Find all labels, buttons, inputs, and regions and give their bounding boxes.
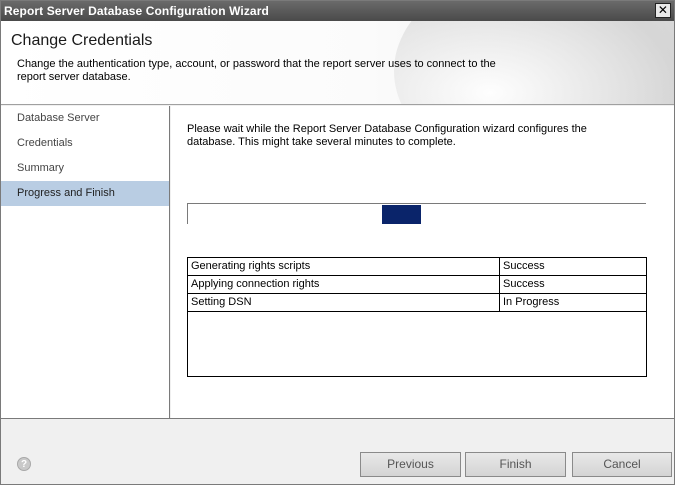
title-bar: Report Server Database Configuration Wiz… (1, 1, 674, 21)
nav-item-database-server[interactable]: Database Server (1, 106, 169, 131)
window-title: Report Server Database Configuration Wiz… (4, 4, 269, 18)
status-cell: Success (503, 260, 545, 272)
main-content: Please wait while the Report Server Data… (171, 106, 674, 418)
footer-divider (1, 418, 674, 419)
table-row: Applying connection rights Success (188, 276, 646, 294)
action-cell: Generating rights scripts (188, 258, 500, 275)
table-row: Setting DSN In Progress (188, 294, 646, 312)
status-cell: Success (503, 278, 545, 290)
previous-button[interactable]: Previous (360, 452, 461, 477)
page-description: Change the authentication type, account,… (17, 58, 496, 83)
finish-button[interactable]: Finish (465, 452, 566, 477)
nav-item-summary[interactable]: Summary (1, 156, 169, 181)
nav-item-credentials[interactable]: Credentials (1, 131, 169, 156)
nav-item-progress-and-finish[interactable]: Progress and Finish (1, 181, 169, 206)
status-cell: In Progress (503, 296, 560, 308)
progress-bar (187, 203, 646, 224)
header-banner: Change Credentials Change the authentica… (1, 21, 674, 105)
close-icon[interactable]: ✕ (655, 3, 671, 18)
table-row: Generating rights scripts Success (188, 258, 646, 276)
page-title: Change Credentials (11, 32, 153, 49)
wizard-window: Report Server Database Configuration Wiz… (0, 0, 675, 485)
cancel-button[interactable]: Cancel (572, 452, 672, 477)
status-table: Generating rights scripts Success Applyi… (187, 257, 647, 377)
action-cell: Applying connection rights (188, 276, 500, 293)
help-icon[interactable]: ? (17, 457, 31, 471)
wizard-steps-nav: Database Server Credentials Summary Prog… (1, 106, 170, 418)
action-cell: Setting DSN (188, 294, 500, 311)
progress-marquee-block (382, 205, 421, 224)
progress-message: Please wait while the Report Server Data… (187, 123, 587, 148)
